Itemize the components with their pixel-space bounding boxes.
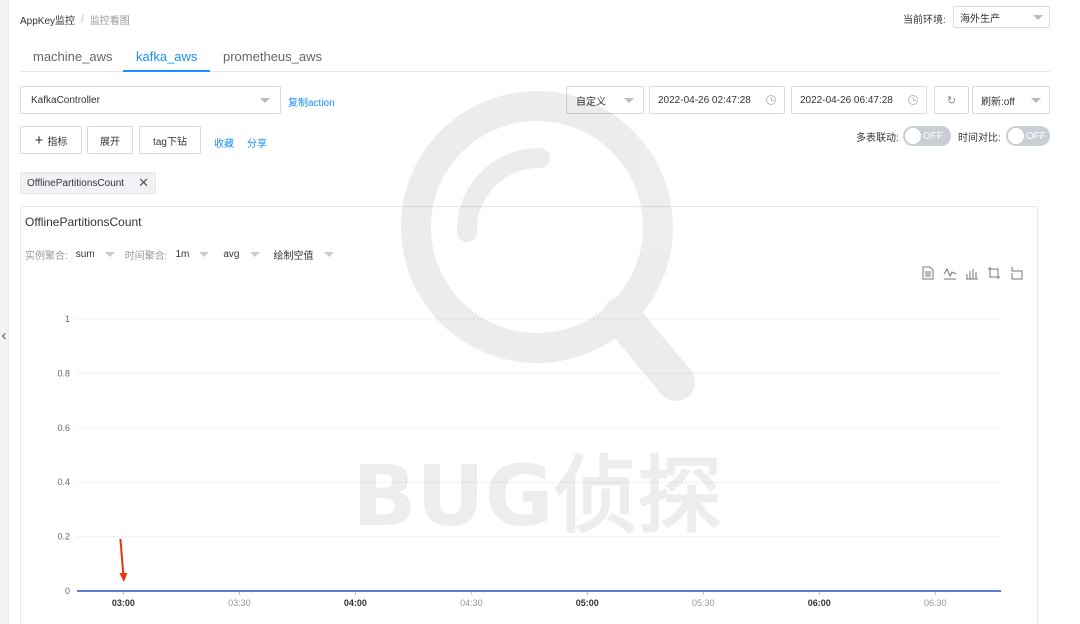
x-tick-label: 04:30 [460,598,483,608]
x-tick-label: 05:00 [576,598,599,608]
y-tick-label: 0 [65,586,70,596]
x-tick-label: 06:30 [924,598,947,608]
x-tick-label: 04:00 [344,598,367,608]
y-tick-label: 0.2 [57,532,70,542]
y-tick-label: 0.8 [57,368,70,378]
line-chart: 0 0.2 0.4 0.6 0.8 1 03:00 03:30 04:00 04:30 05:00 0… [57,314,1001,608]
x-tick-label: 03:00 [112,598,135,608]
x-tick-label: 05:30 [692,598,715,608]
x-tick-label: 06:00 [808,598,831,608]
y-tick-label: 1 [65,314,70,324]
annotation-arrow-head [119,573,128,582]
y-tick-label: 0.6 [57,423,70,433]
y-tick-label: 0.4 [57,477,70,487]
x-tick-label: 03:30 [228,598,251,608]
annotation-arrow-shaft [119,538,125,576]
